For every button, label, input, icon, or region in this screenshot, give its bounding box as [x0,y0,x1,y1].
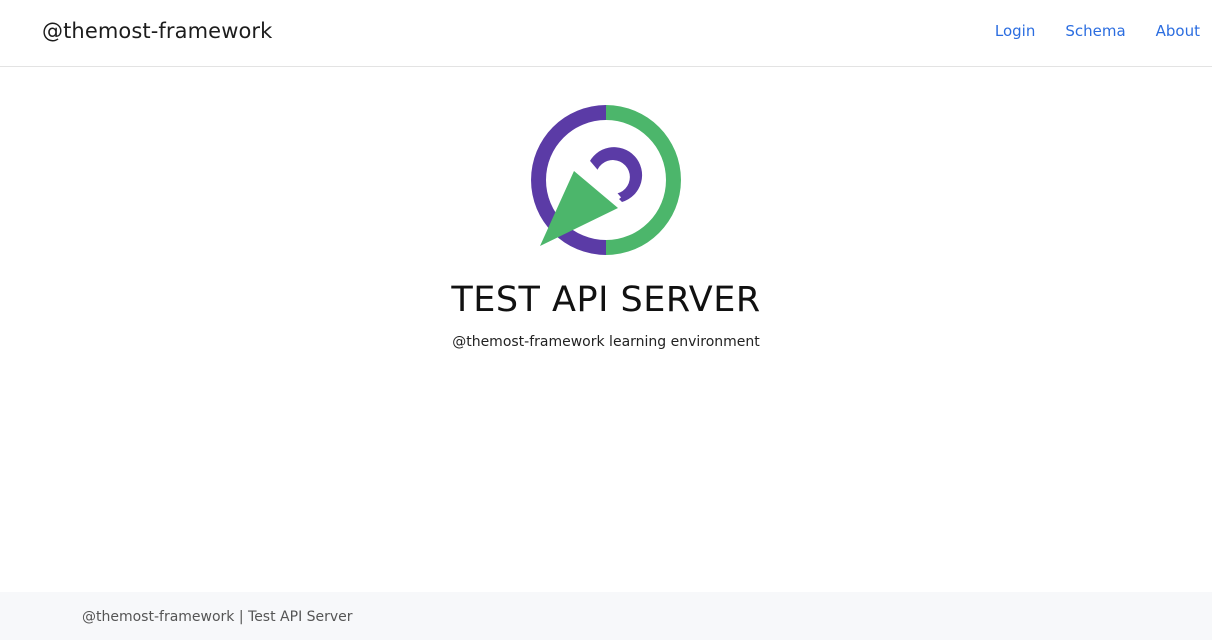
page-title: TEST API SERVER [451,280,761,320]
page: @themost-framework Login Schema About TE… [0,0,1212,640]
logo-ring-left [531,105,606,255]
themost-logo-icon [531,105,681,255]
logo-ring-right [606,105,681,255]
nav-schema-link[interactable]: Schema [1065,22,1125,40]
nav-about-link[interactable]: About [1156,22,1200,40]
hero-section: TEST API SERVER @themost-framework learn… [0,100,1212,350]
navbar: @themost-framework Login Schema About [0,0,1212,67]
brand-link[interactable]: @themost-framework [42,19,272,43]
footer: @themost-framework | Test API Server [0,592,1212,640]
footer-text: @themost-framework | Test API Server [82,609,353,625]
page-subtitle: @themost-framework learning environment [452,334,760,350]
nav-login-link[interactable]: Login [995,22,1035,40]
nav-links: Login Schema About [995,22,1200,40]
